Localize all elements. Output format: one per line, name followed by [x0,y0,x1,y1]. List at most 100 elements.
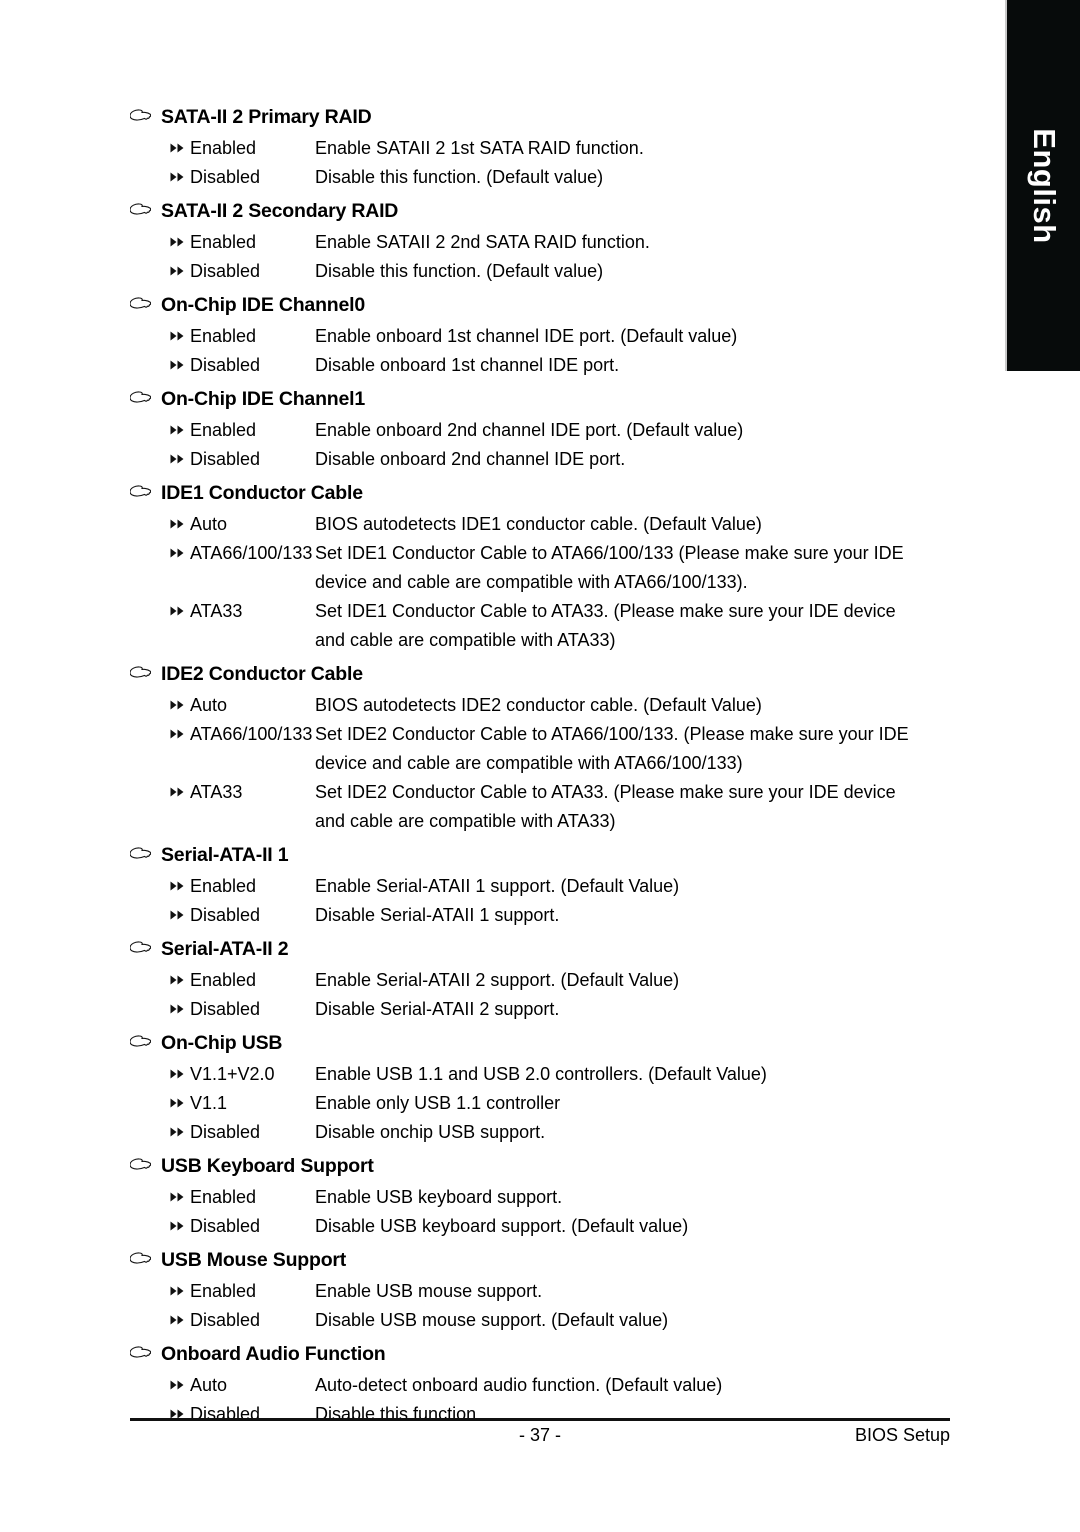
option-description-line: device and cable are compatible with ATA… [315,572,748,592]
double-triangle-icon [170,1276,190,1296]
option-label: Disabled [190,261,261,281]
option-label: Auto [190,1375,228,1395]
option-label: Enabled [190,1281,257,1301]
option-row: ATA66/100/133 Set IDE1 Conductor Cable to… [130,539,930,597]
option-row: Enabled Enable USB keyboard support. [130,1183,930,1212]
double-triangle-icon [170,900,190,920]
double-triangle-icon [170,965,190,985]
pointing-hand-icon [130,103,161,122]
section-heading: On-Chip IDE Channel0 [130,292,930,322]
option-label: Disabled [190,999,261,1019]
option-row: Disabled Disable this function. (Default … [130,257,930,286]
option-description: Set IDE1 Conductor Cable to ATA33. (Plea… [315,597,930,655]
option-label: V1.1 [190,1093,228,1113]
option-label: ATA66/100/133 [190,543,313,563]
double-triangle-icon [170,444,190,464]
double-triangle-icon [170,777,190,797]
option-description: Disable onboard 1st channel IDE port. [315,351,930,380]
option-description: Enable USB keyboard support. [315,1183,930,1212]
bios-option-section: On-Chip IDE Channel1 Enabled Enable onboar… [130,386,930,474]
option-description: Disable this function. (Default value) [315,163,930,192]
option-description-line: Disable this function. (Default value) [315,167,604,187]
option-row: Enabled Enable USB mouse support. [130,1277,930,1306]
section-title: Serial-ATA-II 2 [161,938,289,960]
option-label: Enabled [190,232,257,252]
option-row: Auto BIOS autodetects IDE2 conductor cabl… [130,691,930,720]
double-triangle-icon [170,350,190,370]
option-description: Disable USB mouse support. (Default valu… [315,1306,930,1335]
option-description-line: Disable USB keyboard support. (Default v… [315,1216,689,1236]
double-triangle-icon [170,415,190,435]
double-triangle-icon [170,1211,190,1231]
option-row: ATA66/100/133 Set IDE2 Conductor Cable to… [130,720,930,778]
pointing-hand-icon [130,1152,161,1171]
option-description: Enable Serial-ATAII 2 support. (Default … [315,966,930,995]
option-description-line: device and cable are compatible with ATA… [315,753,743,773]
bios-option-section: Serial-ATA-II 2 Enabled Enable Serial-ATAI… [130,936,930,1024]
option-label: Disabled [190,355,261,375]
option-row: Enabled Enable SATAII 2 1st SATA RAID fun… [130,134,930,163]
section-title: On-Chip IDE Channel0 [161,294,366,316]
option-row: Disabled Disable onboard 1st channel IDE … [130,351,930,380]
option-row: Enabled Enable Serial-ATAII 1 support. (D… [130,872,930,901]
option-label: V1.1+V2.0 [190,1064,275,1084]
option-description: Disable USB keyboard support. (Default v… [315,1212,930,1241]
option-description: Disable onboard 2nd channel IDE port. [315,445,930,474]
double-triangle-icon [170,1182,190,1202]
section-heading: On-Chip USB [130,1030,930,1060]
double-triangle-icon [170,509,190,529]
pointing-hand-icon [130,385,161,404]
section-heading: IDE2 Conductor Cable [130,661,930,691]
option-label: ATA66/100/133 [190,724,313,744]
pointing-hand-icon [130,1340,161,1359]
option-description: Enable SATAII 2 2nd SATA RAID function. [315,228,930,257]
bios-options-list: SATA-II 2 Primary RAID Enabled Enable SATA… [130,104,930,1435]
option-row: Enabled Enable onboard 2nd channel IDE po… [130,416,930,445]
option-description-line: Set IDE2 Conductor Cable to ATA33. (Plea… [315,782,896,802]
double-triangle-icon [170,1305,190,1325]
option-label: Enabled [190,1187,257,1207]
option-description: BIOS autodetects IDE2 conductor cable. (… [315,691,930,720]
option-description: BIOS autodetects IDE1 conductor cable. (… [315,510,930,539]
option-description-line: Enable USB keyboard support. [315,1187,563,1207]
double-triangle-icon [170,1399,190,1419]
double-triangle-icon [170,1370,190,1390]
option-description: Disable onchip USB support. [315,1118,930,1147]
section-title: IDE1 Conductor Cable [161,482,363,504]
option-row: Enabled Enable Serial-ATAII 2 support. (D… [130,966,930,995]
bios-option-section: SATA-II 2 Secondary RAID Enabled Enable SA… [130,198,930,286]
option-row: Enabled Enable onboard 1st channel IDE po… [130,322,930,351]
bios-option-section: Onboard Audio Function Auto Auto-detect on… [130,1341,930,1429]
option-row: V1.1 Enable only USB 1.1 controller [130,1089,930,1118]
option-description: Enable USB 1.1 and USB 2.0 controllers. … [315,1060,930,1089]
option-description-line: Disable onchip USB support. [315,1122,546,1142]
double-triangle-icon [170,690,190,710]
option-description-line: and cable are compatible with ATA33) [315,630,616,650]
option-description-line: Enable onboard 2nd channel IDE port. (De… [315,420,744,440]
option-label: Disabled [190,449,261,469]
page-footer: - 37 - BIOS Setup [130,1418,950,1455]
option-description-line: Auto-detect onboard audio function. (Def… [315,1375,723,1395]
option-description-line: BIOS autodetects IDE2 conductor cable. (… [315,695,762,715]
option-description: Enable Serial-ATAII 1 support. (Default … [315,872,930,901]
option-description: Enable only USB 1.1 controller [315,1089,930,1118]
option-row: Disabled Disable USB keyboard support. (D… [130,1212,930,1241]
double-triangle-icon [170,321,190,341]
section-title: Onboard Audio Function [161,1343,386,1365]
pointing-hand-icon [130,935,161,954]
section-title: SATA-II 2 Primary RAID [161,106,372,128]
option-description: Disable Serial-ATAII 2 support. [315,995,930,1024]
option-label: Enabled [190,876,257,896]
option-description: Auto-detect onboard audio function. (Def… [315,1371,930,1400]
pointing-hand-icon [130,1029,161,1048]
option-description: Enable USB mouse support. [315,1277,930,1306]
option-row: V1.1+V2.0 Enable USB 1.1 and USB 2.0 cont… [130,1060,930,1089]
option-label: ATA33 [190,601,243,621]
section-heading: IDE1 Conductor Cable [130,480,930,510]
option-description-line: Disable Serial-ATAII 1 support. [315,905,560,925]
option-description-line: and cable are compatible with ATA33) [315,811,616,831]
pointing-hand-icon [130,841,161,860]
pointing-hand-icon [130,197,161,216]
option-label: ATA33 [190,782,243,802]
option-description: Disable this function. (Default value) [315,257,930,286]
